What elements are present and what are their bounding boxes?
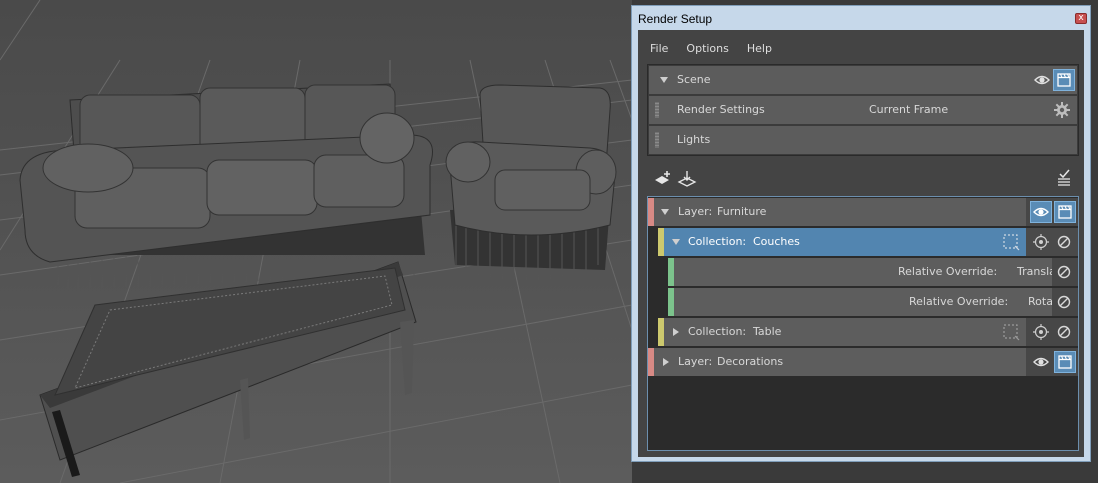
scene-row-render-settings[interactable]: Render Settings Current Frame (649, 96, 1077, 124)
override-color-strip (668, 288, 674, 316)
sofa-model (19, 83, 433, 290)
create-layer-icon[interactable] (653, 168, 675, 190)
expand-arrow-icon[interactable] (661, 209, 669, 215)
select-members-icon[interactable] (1000, 321, 1022, 343)
scene-row[interactable]: Scene (649, 66, 1077, 94)
window-titlebar[interactable]: Render Setup (632, 6, 1090, 30)
close-icon[interactable]: x (1075, 13, 1087, 24)
checklist-icon[interactable] (1053, 168, 1075, 190)
layer-row-furniture[interactable]: Layer: Furniture (648, 198, 1078, 226)
disable-icon[interactable] (1053, 321, 1075, 343)
render-settings-label: Render Settings (677, 103, 765, 116)
eye-icon[interactable] (1030, 351, 1052, 373)
disable-icon[interactable] (1053, 261, 1075, 283)
layer-name-label: Furniture (717, 205, 767, 218)
collection-name-label: Table (753, 325, 782, 338)
collection-type-label: Collection: (688, 325, 747, 338)
drag-handle-icon[interactable] (655, 132, 659, 148)
menu-options[interactable]: Options (680, 40, 734, 58)
eye-icon[interactable] (1030, 201, 1052, 223)
expand-arrow-icon[interactable] (672, 239, 680, 245)
layers-toolbar (647, 168, 1079, 192)
isolate-icon[interactable] (1030, 231, 1052, 253)
override-type-label: Relative Override: (898, 265, 998, 278)
override-type-label: Relative Override: (909, 295, 1009, 308)
eye-icon[interactable] (1031, 69, 1053, 91)
collection-row-table[interactable]: Collection: Table (658, 318, 1078, 346)
clapper-icon[interactable] (1053, 69, 1075, 91)
menu-file[interactable]: File (644, 40, 674, 58)
collection-row-couches[interactable]: Collection: Couches (658, 228, 1078, 256)
override-color-strip (668, 258, 674, 286)
override-row-rotate[interactable]: Relative Override: Rotate (668, 288, 1078, 316)
layer-row-decorations[interactable]: Layer: Decorations (648, 348, 1078, 376)
select-members-icon[interactable] (1000, 231, 1022, 253)
collapsed-arrow-icon[interactable] (673, 328, 679, 336)
layer-type-label: Layer: (678, 205, 713, 218)
collection-name-label: Couches (753, 235, 800, 248)
collection-color-strip (658, 318, 664, 346)
coffee-table-model (39, 261, 417, 477)
clapper-icon[interactable] (1054, 201, 1076, 223)
window-title: Render Setup (638, 12, 713, 26)
armchair-model (445, 84, 617, 280)
collapsed-arrow-icon[interactable] (663, 358, 669, 366)
disable-icon[interactable] (1053, 291, 1075, 313)
viewport-scene (0, 0, 632, 483)
collection-type-label: Collection: (688, 235, 747, 248)
expand-arrow-icon[interactable] (660, 77, 668, 83)
scene-row-lights[interactable]: Lights (649, 126, 1077, 154)
scene-label: Scene (677, 73, 711, 86)
layer-name-label: Decorations (717, 355, 784, 368)
gear-icon[interactable] (1051, 99, 1073, 121)
isolate-icon[interactable] (1030, 321, 1052, 343)
disable-icon[interactable] (1053, 231, 1075, 253)
menu-help[interactable]: Help (741, 40, 778, 58)
drag-handle-icon[interactable] (655, 102, 659, 118)
layer-color-strip (648, 198, 654, 226)
import-icon[interactable] (676, 168, 698, 190)
render-setup-client: File Options Help Scene Render Settings Cu… (638, 30, 1084, 457)
layer-type-label: Layer: (678, 355, 713, 368)
render-settings-value: Current Frame (869, 103, 949, 116)
render-setup-window: Render Setup x File Options Help Scene Ren… (631, 5, 1091, 462)
3d-viewport[interactable] (0, 0, 632, 483)
menu-bar: File Options Help (638, 40, 778, 58)
clapper-icon[interactable] (1054, 351, 1076, 373)
lights-label: Lights (677, 133, 711, 146)
scene-panel: Scene Render Settings Current Frame Ligh… (647, 64, 1079, 156)
collection-color-strip (658, 228, 664, 256)
layer-color-strip (648, 348, 654, 376)
override-row-translate[interactable]: Relative Override: Translate (668, 258, 1078, 286)
render-layers-panel: Layer: Furniture Collection: Couches Rel… (647, 196, 1079, 451)
